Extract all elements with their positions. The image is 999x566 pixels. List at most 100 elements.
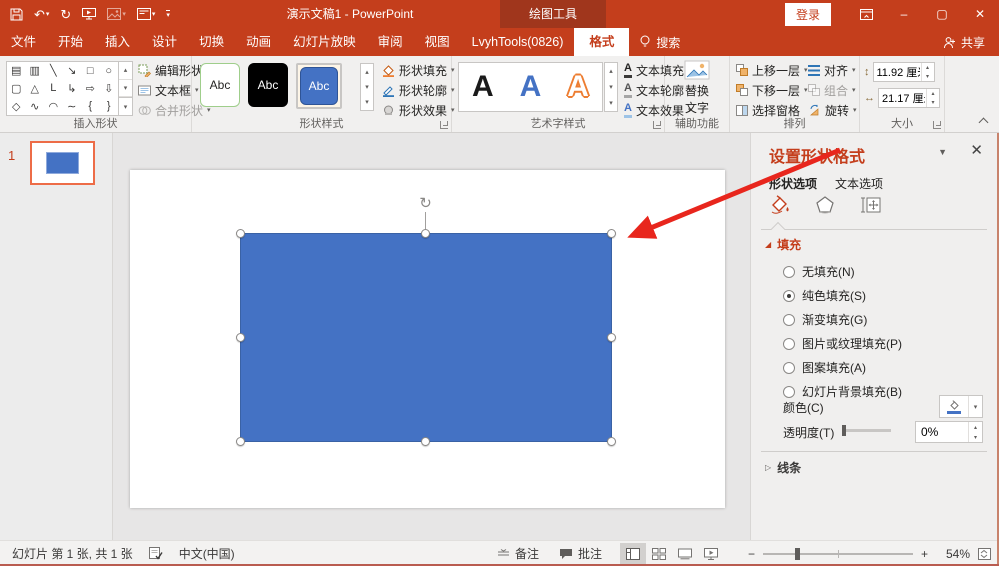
zoom-out-button[interactable]: − (748, 547, 755, 561)
shape-gallery-item[interactable]: ◠ (44, 97, 63, 115)
line-section-header[interactable]: ▷ 线条 (765, 459, 801, 476)
fill-color-button[interactable]: ▾ (939, 395, 983, 418)
reading-view-button[interactable] (672, 543, 698, 565)
tab-review[interactable]: 审阅 (367, 28, 414, 56)
shape-gallery-item[interactable]: ∿ (26, 97, 45, 115)
notes-button[interactable]: 备注 (487, 545, 549, 562)
resize-handle-top-left[interactable] (236, 229, 245, 238)
panel-menu-icon[interactable]: ▼ (938, 147, 947, 157)
alt-text-button[interactable]: 替换 文字 (665, 60, 729, 116)
tab-home[interactable]: 开始 (47, 28, 94, 56)
shape-gallery-scrollbar[interactable]: ▴ ▾ ▾ (119, 61, 133, 116)
zoom-in-button[interactable]: + (921, 547, 928, 561)
transparency-input[interactable] (916, 422, 962, 442)
radio-picture-texture-fill[interactable]: 图片或纹理填充(P) (783, 335, 902, 352)
spin-down-icon[interactable]: ▾ (922, 72, 934, 81)
shape-outline-button[interactable]: 形状轮廓▾ (382, 80, 455, 100)
ribbon-display-options-button[interactable] (847, 0, 885, 28)
shape-gallery-item[interactable]: L (44, 80, 63, 98)
shape-gallery-item[interactable]: ⇨ (81, 80, 100, 98)
shape-gallery-item[interactable]: ▤ (7, 62, 26, 80)
shape-style-preset-black[interactable]: Abc (248, 63, 288, 107)
tab-insert[interactable]: 插入 (94, 28, 141, 56)
slideshow-view-button[interactable] (698, 543, 724, 565)
shape-gallery-item[interactable]: ↳ (63, 80, 82, 98)
shape-height-spinner[interactable]: ▴▾ (873, 62, 935, 82)
maximize-button[interactable]: ▢ (923, 0, 961, 28)
scroll-up-icon[interactable]: ▴ (119, 62, 132, 80)
scroll-up-icon[interactable]: ▴ (605, 63, 617, 79)
tab-format[interactable]: 格式 (574, 28, 629, 56)
panel-tab-text-options[interactable]: 文本选项 (835, 175, 883, 192)
spin-up-icon[interactable]: ▴ (969, 422, 982, 432)
shape-width-spinner[interactable]: ▴▾ (878, 88, 940, 108)
shape-fill-button[interactable]: 形状填充▾ (382, 60, 455, 80)
gallery-more-icon[interactable]: ▾ (361, 95, 373, 110)
shape-gallery-item[interactable]: ∼ (63, 97, 82, 115)
shape-style-preset-outline[interactable]: Abc (200, 63, 240, 107)
gallery-more-icon[interactable]: ▾ (605, 95, 617, 111)
wordart-preset-black[interactable]: A (472, 72, 494, 102)
fill-and-line-icon[interactable] (769, 195, 791, 215)
fill-color-dropdown-icon[interactable]: ▾ (968, 396, 982, 417)
shape-gallery-item[interactable]: ○ (100, 62, 119, 80)
bring-forward-button[interactable]: 上移一层▾ (736, 60, 808, 80)
shape-gallery-item[interactable]: □ (81, 62, 100, 80)
share-button[interactable]: 共享 (929, 28, 999, 56)
shape-gallery-item[interactable]: ▢ (7, 80, 26, 98)
start-slideshow-button[interactable] (82, 8, 96, 20)
scroll-down-icon[interactable]: ▾ (605, 79, 617, 95)
rotation-handle-icon[interactable]: ↻ (417, 196, 434, 213)
slide-layout-button[interactable]: ▾ (137, 8, 156, 20)
language-indicator[interactable]: 中文(中国) (179, 545, 235, 562)
wordart-preset-orange[interactable]: A (567, 72, 589, 102)
spin-up-icon[interactable]: ▴ (922, 63, 934, 72)
transparency-slider[interactable] (843, 429, 891, 432)
shape-gallery-item[interactable]: ↘ (63, 62, 82, 80)
transparency-slider-thumb[interactable] (842, 425, 846, 436)
minimize-button[interactable]: – (885, 0, 923, 28)
fit-slide-to-window-button[interactable] (978, 548, 991, 560)
fill-section-header[interactable]: ◢ 填充 (765, 236, 801, 253)
tab-animations[interactable]: 动画 (235, 28, 282, 56)
slide-counter[interactable]: 幻灯片 第 1 张, 共 1 张 (12, 545, 133, 562)
zoom-slider-thumb[interactable] (795, 548, 800, 560)
shape-width-input[interactable] (879, 89, 925, 107)
shape-gallery-item[interactable]: ◇ (7, 97, 26, 115)
selected-rectangle-shape[interactable] (240, 233, 612, 442)
radio-gradient-fill[interactable]: 渐变填充(G) (783, 311, 867, 328)
shape-styles-dialog-launcher[interactable] (440, 121, 448, 129)
scroll-up-icon[interactable]: ▴ (361, 64, 373, 79)
effects-icon[interactable] (815, 195, 835, 215)
tab-view[interactable]: 视图 (414, 28, 461, 56)
shape-gallery-item[interactable]: ▥ (26, 62, 45, 80)
radio-no-fill[interactable]: 无填充(N) (783, 263, 855, 280)
normal-view-button[interactable] (620, 543, 646, 565)
tab-design[interactable]: 设计 (141, 28, 188, 56)
align-button[interactable]: 对齐▾ (808, 60, 857, 80)
panel-close-icon[interactable]: ✕ (970, 141, 983, 159)
shape-style-preset-selected[interactable]: Abc (296, 63, 342, 109)
slide-sorter-view-button[interactable] (646, 543, 672, 565)
collapse-ribbon-button[interactable] (977, 114, 991, 128)
resize-handle-bottom-center[interactable] (421, 437, 430, 446)
tell-me-search[interactable]: 搜索 (629, 28, 690, 56)
resize-handle-top-center[interactable] (421, 229, 430, 238)
redo-button[interactable]: ↻ (60, 8, 71, 21)
size-properties-icon[interactable] (859, 195, 881, 215)
slide[interactable]: ↻ (130, 170, 725, 508)
tab-file[interactable]: 文件 (0, 28, 47, 56)
spin-down-icon[interactable]: ▾ (969, 432, 982, 442)
shape-styles-scrollbar[interactable]: ▴ ▾ ▾ (360, 63, 374, 111)
shape-height-input[interactable] (874, 63, 920, 81)
resize-handle-middle-right[interactable] (607, 333, 616, 342)
shape-gallery-item[interactable]: ⇩ (100, 80, 119, 98)
zoom-percentage[interactable]: 54% (936, 547, 970, 561)
comments-button[interactable]: 批注 (549, 545, 612, 562)
save-icon[interactable] (10, 8, 23, 21)
tab-transitions[interactable]: 切换 (188, 28, 235, 56)
slide-thumbnail[interactable] (30, 141, 95, 185)
wordart-scrollbar[interactable]: ▴ ▾ ▾ (604, 62, 618, 112)
radio-pattern-fill[interactable]: 图案填充(A) (783, 359, 866, 376)
close-button[interactable]: ✕ (961, 0, 999, 28)
